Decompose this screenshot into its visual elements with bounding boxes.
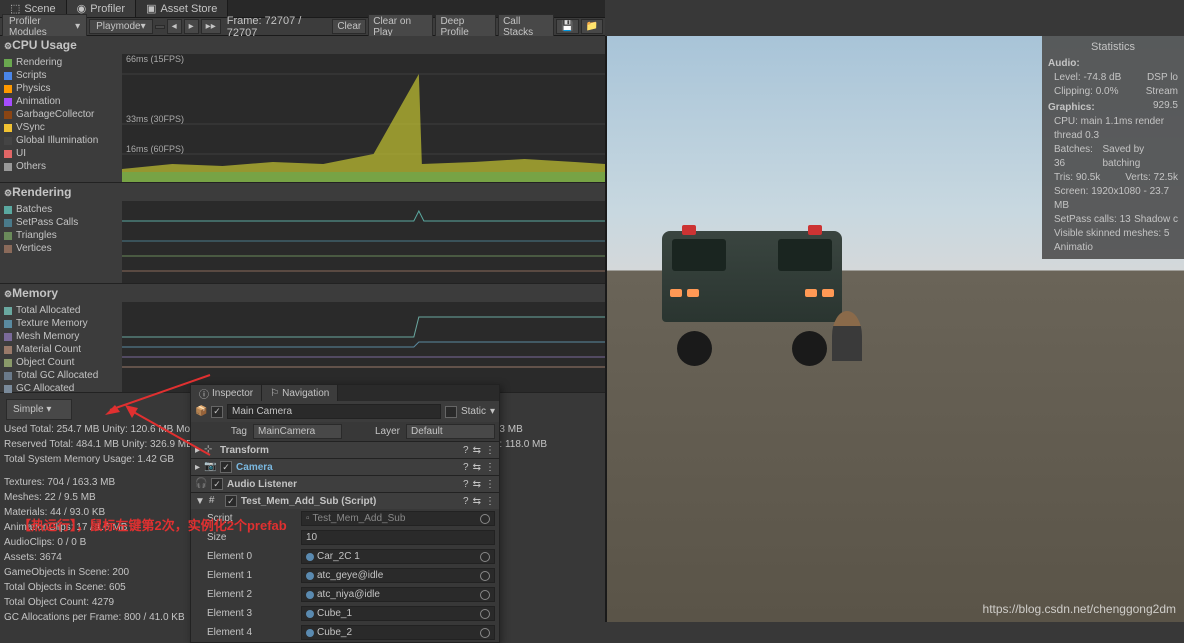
help-icon[interactable]: ? xyxy=(463,445,469,456)
transform-header[interactable]: ▸ ⊹Transform ? ⇆ ⋮ xyxy=(191,442,499,458)
element-4-field[interactable]: Cube_2 xyxy=(301,625,495,640)
memory-legend: Total AllocatedTexture MemoryMesh Memory… xyxy=(0,302,122,392)
cpu-legend: RenderingScriptsPhysicsAnimationGarbageC… xyxy=(0,54,122,182)
tab-inspector[interactable]: ⓘ Inspector xyxy=(191,385,262,401)
script-field[interactable]: ▫ Test_Mem_Add_Sub xyxy=(301,511,495,526)
camera-header[interactable]: ▸ 📷✓Camera ? ⇆ ⋮ xyxy=(191,459,499,475)
transform-icon: ⊹ xyxy=(204,444,216,456)
legend-item[interactable]: SetPass Calls xyxy=(4,216,118,229)
legend-item[interactable]: Texture Memory xyxy=(4,317,118,330)
annotation-text: 【热运行】，鼠标左键第2次，实例化2个prefab xyxy=(18,515,287,534)
record-button[interactable] xyxy=(155,25,165,29)
tab-asset-store[interactable]: ▣ Asset Store xyxy=(136,0,228,17)
legend-item[interactable]: GarbageCollector xyxy=(4,108,118,121)
tab-navigation[interactable]: ⚐ Navigation xyxy=(262,385,338,401)
legend-item[interactable]: Scripts xyxy=(4,69,118,82)
cpu-graph[interactable]: 66ms (15FPS) 33ms (30FPS) 16ms (60FPS) xyxy=(122,54,605,182)
next-frame-button[interactable]: ▸ xyxy=(184,19,199,34)
rendering-legend: BatchesSetPass CallsTrianglesVertices xyxy=(0,201,122,283)
active-checkbox[interactable]: ✓ xyxy=(211,406,223,418)
tab-profiler-label: Profiler xyxy=(90,3,125,15)
layer-dropdown[interactable]: Default xyxy=(406,424,495,439)
audio-listener-header[interactable]: 🎧✓Audio Listener ? ⇆ ⋮ xyxy=(191,476,499,492)
store-icon: ▣ xyxy=(146,2,156,15)
static-checkbox[interactable] xyxy=(445,406,457,418)
load-icon[interactable]: 📁 xyxy=(581,19,603,34)
cpu-section-header[interactable]: CPU Usage xyxy=(0,36,605,54)
legend-item[interactable]: Others xyxy=(4,160,118,173)
script-icon: # xyxy=(209,495,221,507)
legend-item[interactable]: Animation xyxy=(4,95,118,108)
game-viewport[interactable]: Statistics Audio: Level: -74.8 dBDSP lo … xyxy=(607,36,1184,622)
element-1-field[interactable]: atc_geye@idle xyxy=(301,568,495,583)
stats-graphics-header: Graphics: xyxy=(1048,101,1095,115)
graph-label-33ms: 33ms (30FPS) xyxy=(126,114,184,124)
legend-item[interactable]: Batches xyxy=(4,203,118,216)
legend-item[interactable]: Global Illumination xyxy=(4,134,118,147)
audio-icon: 🎧 xyxy=(195,478,207,490)
stats-overlay: Statistics Audio: Level: -74.8 dBDSP lo … xyxy=(1042,36,1184,259)
memory-mode-dropdown[interactable]: Simple ▾ xyxy=(6,399,72,420)
van-object xyxy=(662,231,842,361)
rendering-section-header[interactable]: Rendering xyxy=(0,183,605,201)
memory-section-header[interactable]: Memory xyxy=(0,284,605,302)
legend-item[interactable]: Mesh Memory xyxy=(4,330,118,343)
graph-label-16ms: 16ms (60FPS) xyxy=(126,144,184,154)
legend-item[interactable]: Triangles xyxy=(4,229,118,242)
playmode-dropdown[interactable]: Playmode ▾ xyxy=(89,19,153,34)
legend-item[interactable]: Total GC Allocated xyxy=(4,369,118,382)
last-frame-button[interactable]: ▸▸ xyxy=(201,19,221,34)
gear-icon xyxy=(4,38,12,52)
save-icon[interactable]: 💾 xyxy=(556,19,578,34)
stats-title: Statistics xyxy=(1048,40,1178,55)
frame-counter: Frame: 72707 / 72707 xyxy=(223,15,331,39)
inspector-panel: ⓘ Inspector ⚐ Navigation 📦 ✓ Static▾ Tag… xyxy=(190,384,500,643)
legend-item[interactable]: Physics xyxy=(4,82,118,95)
rendering-graph[interactable] xyxy=(122,201,605,283)
tab-assetstore-label: Asset Store xyxy=(160,3,217,15)
legend-item[interactable]: UI xyxy=(4,147,118,160)
character-object xyxy=(832,311,862,361)
legend-item[interactable]: Object Count xyxy=(4,356,118,369)
gameobject-icon: 📦 xyxy=(195,406,207,418)
memory-graph[interactable] xyxy=(122,302,605,392)
size-field[interactable]: 10 xyxy=(301,530,495,545)
legend-item[interactable]: VSync xyxy=(4,121,118,134)
legend-item[interactable]: Vertices xyxy=(4,242,118,255)
gear-icon xyxy=(4,286,12,300)
watermark: https://blog.csdn.net/chenggong2dm xyxy=(983,602,1176,616)
element-2-field[interactable]: atc_niya@idle xyxy=(301,587,495,602)
legend-item[interactable]: Rendering xyxy=(4,56,118,69)
name-input[interactable] xyxy=(227,404,441,419)
legend-item[interactable]: Material Count xyxy=(4,343,118,356)
camera-icon: 📷 xyxy=(204,461,216,473)
stats-audio-header: Audio: xyxy=(1048,57,1178,71)
tag-dropdown[interactable]: MainCamera xyxy=(253,424,342,439)
legend-item[interactable]: Total Allocated xyxy=(4,304,118,317)
preset-icon[interactable]: ⇆ xyxy=(473,445,481,456)
gear-icon xyxy=(4,185,12,199)
script-header[interactable]: ▼ #✓Test_Mem_Add_Sub (Script) ? ⇆ ⋮ xyxy=(191,493,499,509)
element-3-field[interactable]: Cube_1 xyxy=(301,606,495,621)
graph-label-66ms: 66ms (15FPS) xyxy=(126,54,184,64)
element-0-field[interactable]: Car_2C 1 xyxy=(301,549,495,564)
prev-frame-button[interactable]: ◂ xyxy=(167,19,182,34)
clear-button[interactable]: Clear xyxy=(332,19,366,34)
